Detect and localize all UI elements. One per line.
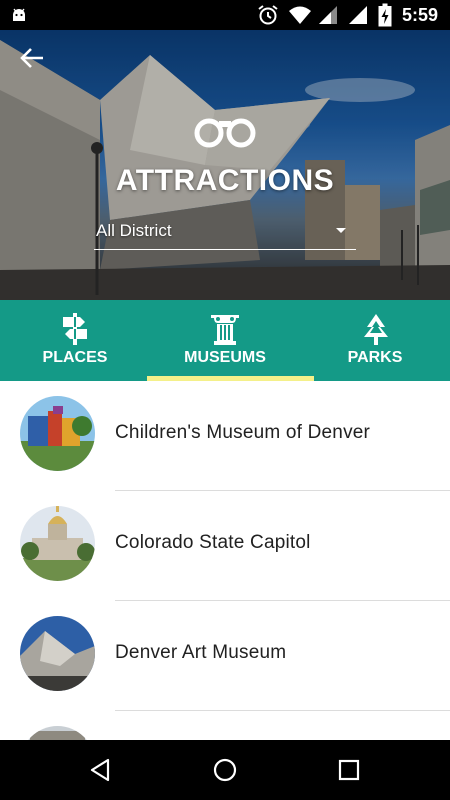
wifi-icon bbox=[288, 6, 311, 24]
list-item-title: Colorado State Capitol bbox=[115, 532, 311, 553]
tab-places[interactable]: PLACES bbox=[0, 300, 150, 381]
system-nav-bar bbox=[0, 740, 450, 800]
list-item[interactable]: Children's Museum of Denver bbox=[0, 381, 450, 491]
battery-charging-icon bbox=[378, 3, 392, 27]
list-item-thumbnail bbox=[20, 726, 95, 740]
signal-icon bbox=[318, 6, 337, 24]
header-hero: ATTRACTIONS All District bbox=[0, 30, 450, 300]
back-arrow-icon[interactable] bbox=[16, 44, 52, 72]
back-triangle-icon[interactable] bbox=[86, 755, 116, 785]
status-bar: 5:59 bbox=[0, 0, 450, 30]
museum-column-icon bbox=[211, 315, 239, 345]
list-item-thumbnail bbox=[20, 616, 95, 691]
signal-icon bbox=[348, 6, 367, 24]
home-circle-icon[interactable] bbox=[210, 755, 240, 785]
tab-museums-label: MUSEUMS bbox=[184, 349, 266, 366]
district-dropdown-value: All District bbox=[96, 221, 172, 240]
page-title: ATTRACTIONS bbox=[115, 164, 335, 197]
clock: 5:59 bbox=[401, 4, 438, 25]
list-item[interactable]: Colorado State Capitol bbox=[0, 491, 450, 601]
android-icon bbox=[13, 8, 25, 21]
list-item-title: Children's Museum of Denver bbox=[115, 422, 371, 443]
tree-icon bbox=[364, 314, 388, 345]
signpost-icon bbox=[63, 313, 87, 345]
list-item-thumbnail bbox=[20, 396, 95, 471]
list-item[interactable]: Denver Art Museum bbox=[0, 601, 450, 711]
tab-places-label: PLACES bbox=[42, 349, 108, 366]
list-item[interactable] bbox=[0, 711, 450, 740]
recents-square-icon[interactable] bbox=[334, 755, 364, 785]
tab-parks-label: PARKS bbox=[347, 349, 403, 366]
dropdown-arrow-icon bbox=[336, 228, 346, 233]
list-item-thumbnail bbox=[20, 506, 95, 581]
tab-museums[interactable]: MUSEUMS bbox=[150, 300, 300, 381]
category-tabs: PLACES MUSEUMS PARKS bbox=[0, 300, 450, 381]
binoculars-icon bbox=[194, 118, 256, 148]
list-item-title: Denver Art Museum bbox=[115, 642, 287, 663]
district-dropdown[interactable]: All District bbox=[94, 218, 356, 250]
alarm-icon bbox=[258, 5, 278, 25]
attractions-list: Children's Museum of Denver Colorado Sta… bbox=[0, 381, 450, 740]
tab-parks[interactable]: PARKS bbox=[300, 300, 450, 381]
